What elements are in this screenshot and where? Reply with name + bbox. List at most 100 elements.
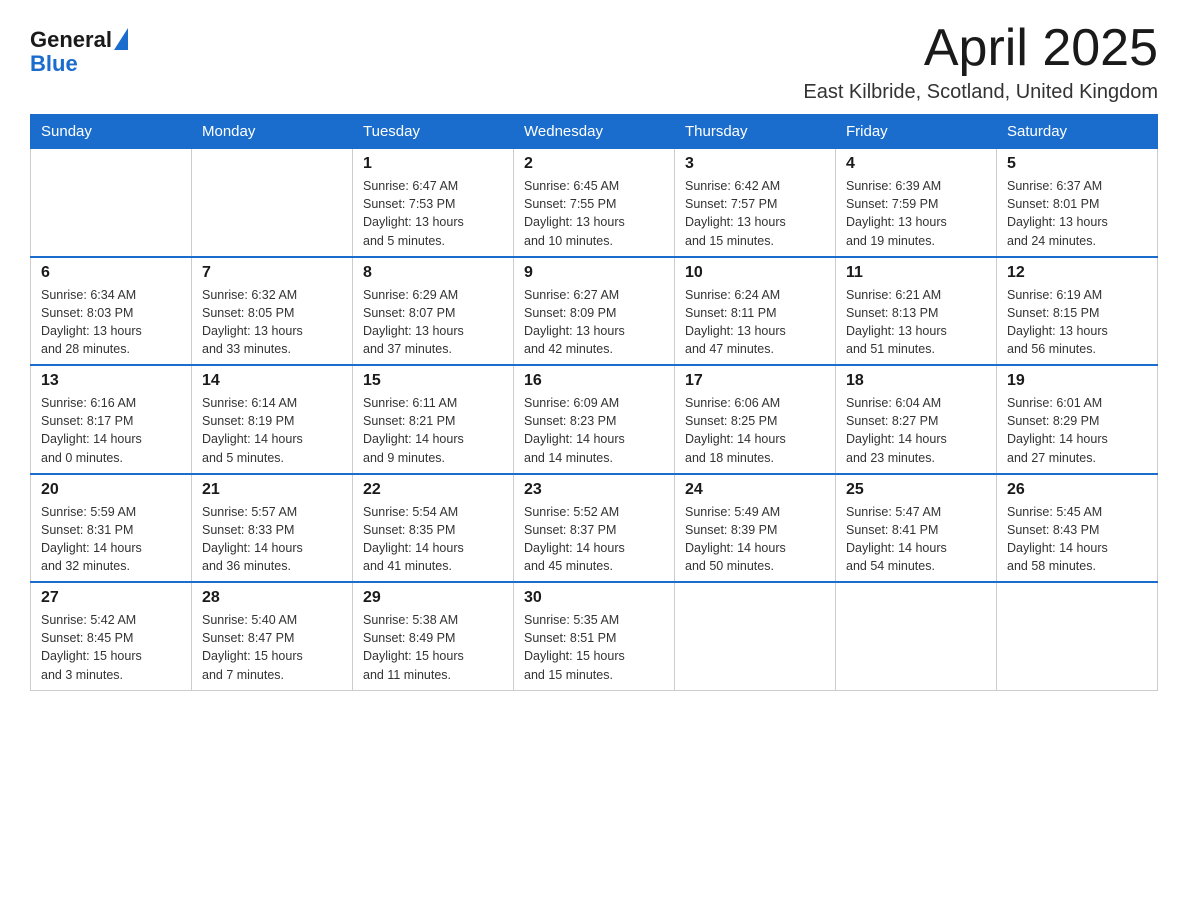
calendar-cell: 21Sunrise: 5:57 AM Sunset: 8:33 PM Dayli… bbox=[192, 474, 353, 583]
day-info: Sunrise: 6:32 AM Sunset: 8:05 PM Dayligh… bbox=[202, 286, 342, 359]
month-title: April 2025 bbox=[803, 20, 1158, 77]
day-info: Sunrise: 6:11 AM Sunset: 8:21 PM Dayligh… bbox=[363, 394, 503, 467]
calendar-cell: 14 Sunrise: 6:14 AM Sunset: 8:19 PM Dayli… bbox=[192, 365, 353, 474]
day-number: 16 bbox=[524, 372, 664, 390]
logo-general-text: General bbox=[30, 28, 112, 52]
day-number: 22 bbox=[363, 481, 503, 499]
day-number: 12 bbox=[1007, 264, 1147, 282]
weekday-header-wednesday: Wednesday bbox=[514, 115, 675, 149]
calendar-cell: 8 Sunrise: 6:29 AM Sunset: 8:07 PM Daylig… bbox=[353, 257, 514, 366]
day-number: 30 bbox=[524, 589, 664, 607]
day-info: Sunrise: 6:27 AM Sunset: 8:09 PM Dayligh… bbox=[524, 286, 664, 359]
day-info: Sunrise: 6:06 AM Sunset: 8:25 PM Dayligh… bbox=[685, 394, 825, 467]
calendar-cell: 11 Sunrise: 6:21 AM Sunset: 8:13 PM Dayli… bbox=[836, 257, 997, 366]
day-number: 3 bbox=[685, 155, 825, 173]
day-info: Sunrise: 5:47 AM Sunset: 8:41 PM Dayligh… bbox=[846, 503, 986, 576]
weekday-header-thursday: Thursday bbox=[675, 115, 836, 149]
day-info: Sunrise: 6:42 AM Sunset: 7:57 PM Dayligh… bbox=[685, 177, 825, 250]
weekday-header-sunday: Sunday bbox=[31, 115, 192, 149]
day-number: 4 bbox=[846, 155, 986, 173]
day-number: 7 bbox=[202, 264, 342, 282]
calendar-cell: 13 Sunrise: 6:16 AM Sunset: 8:17 PM Dayli… bbox=[31, 365, 192, 474]
day-info: Sunrise: 6:37 AM Sunset: 8:01 PM Dayligh… bbox=[1007, 177, 1147, 250]
day-number: 20 bbox=[41, 481, 181, 499]
day-info: Sunrise: 6:21 AM Sunset: 8:13 PM Dayligh… bbox=[846, 286, 986, 359]
day-info: Sunrise: 6:14 AM Sunset: 8:19 PM Dayligh… bbox=[202, 394, 342, 467]
day-info: Sunrise: 6:16 AM Sunset: 8:17 PM Dayligh… bbox=[41, 394, 181, 467]
day-number: 5 bbox=[1007, 155, 1147, 173]
calendar-cell: 3 Sunrise: 6:42 AM Sunset: 7:57 PM Daylig… bbox=[675, 149, 836, 257]
calendar-week-row: 27 Sunrise: 5:42 AM Sunset: 8:45 PM Dayli… bbox=[31, 582, 1158, 690]
calendar-cell: 27 Sunrise: 5:42 AM Sunset: 8:45 PM Dayli… bbox=[31, 582, 192, 690]
day-info: Sunrise: 6:39 AM Sunset: 7:59 PM Dayligh… bbox=[846, 177, 986, 250]
day-info: Sunrise: 6:24 AM Sunset: 8:11 PM Dayligh… bbox=[685, 286, 825, 359]
day-number: 6 bbox=[41, 264, 181, 282]
calendar-cell: 18Sunrise: 6:04 AM Sunset: 8:27 PM Dayli… bbox=[836, 365, 997, 474]
calendar-cell bbox=[31, 149, 192, 257]
calendar-cell: 22Sunrise: 5:54 AM Sunset: 8:35 PM Dayli… bbox=[353, 474, 514, 583]
calendar-cell bbox=[192, 149, 353, 257]
calendar-cell: 20 Sunrise: 5:59 AM Sunset: 8:31 PM Dayli… bbox=[31, 474, 192, 583]
weekday-header-monday: Monday bbox=[192, 115, 353, 149]
day-number: 2 bbox=[524, 155, 664, 173]
day-info: Sunrise: 6:45 AM Sunset: 7:55 PM Dayligh… bbox=[524, 177, 664, 250]
day-number: 27 bbox=[41, 589, 181, 607]
day-info: Sunrise: 5:45 AM Sunset: 8:43 PM Dayligh… bbox=[1007, 503, 1147, 576]
calendar-week-row: 13 Sunrise: 6:16 AM Sunset: 8:17 PM Dayli… bbox=[31, 365, 1158, 474]
calendar-cell: 12 Sunrise: 6:19 AM Sunset: 8:15 PM Dayli… bbox=[997, 257, 1158, 366]
day-number: 17 bbox=[685, 372, 825, 390]
day-number: 13 bbox=[41, 372, 181, 390]
day-info: Sunrise: 6:47 AM Sunset: 7:53 PM Dayligh… bbox=[363, 177, 503, 250]
day-info: Sunrise: 5:40 AM Sunset: 8:47 PM Dayligh… bbox=[202, 611, 342, 684]
day-number: 23 bbox=[524, 481, 664, 499]
day-number: 21 bbox=[202, 481, 342, 499]
day-number: 8 bbox=[363, 264, 503, 282]
calendar-cell: 9 Sunrise: 6:27 AM Sunset: 8:09 PM Daylig… bbox=[514, 257, 675, 366]
day-info: Sunrise: 5:49 AM Sunset: 8:39 PM Dayligh… bbox=[685, 503, 825, 576]
weekday-header-friday: Friday bbox=[836, 115, 997, 149]
day-number: 14 bbox=[202, 372, 342, 390]
day-number: 26 bbox=[1007, 481, 1147, 499]
day-info: Sunrise: 5:42 AM Sunset: 8:45 PM Dayligh… bbox=[41, 611, 181, 684]
calendar-cell bbox=[836, 582, 997, 690]
day-number: 11 bbox=[846, 264, 986, 282]
calendar-cell: 23 Sunrise: 5:52 AM Sunset: 8:37 PM Dayli… bbox=[514, 474, 675, 583]
day-info: Sunrise: 6:09 AM Sunset: 8:23 PM Dayligh… bbox=[524, 394, 664, 467]
calendar-cell: 17 Sunrise: 6:06 AM Sunset: 8:25 PM Dayli… bbox=[675, 365, 836, 474]
day-info: Sunrise: 6:34 AM Sunset: 8:03 PM Dayligh… bbox=[41, 286, 181, 359]
day-number: 9 bbox=[524, 264, 664, 282]
calendar-cell: 5 Sunrise: 6:37 AM Sunset: 8:01 PM Daylig… bbox=[997, 149, 1158, 257]
page-header: General Blue April 2025 East Kilbride, S… bbox=[30, 20, 1158, 104]
calendar-cell: 16 Sunrise: 6:09 AM Sunset: 8:23 PM Dayli… bbox=[514, 365, 675, 474]
weekday-header-tuesday: Tuesday bbox=[353, 115, 514, 149]
day-info: Sunrise: 5:38 AM Sunset: 8:49 PM Dayligh… bbox=[363, 611, 503, 684]
day-info: Sunrise: 6:29 AM Sunset: 8:07 PM Dayligh… bbox=[363, 286, 503, 359]
logo: General Blue bbox=[30, 20, 128, 76]
day-info: Sunrise: 5:59 AM Sunset: 8:31 PM Dayligh… bbox=[41, 503, 181, 576]
calendar-cell: 25 Sunrise: 5:47 AM Sunset: 8:41 PM Dayli… bbox=[836, 474, 997, 583]
logo-triangle-icon bbox=[114, 28, 128, 50]
day-number: 15 bbox=[363, 372, 503, 390]
day-info: Sunrise: 6:01 AM Sunset: 8:29 PM Dayligh… bbox=[1007, 394, 1147, 467]
calendar-cell: 24Sunrise: 5:49 AM Sunset: 8:39 PM Dayli… bbox=[675, 474, 836, 583]
calendar-cell: 2 Sunrise: 6:45 AM Sunset: 7:55 PM Daylig… bbox=[514, 149, 675, 257]
weekday-header-row: SundayMondayTuesdayWednesdayThursdayFrid… bbox=[31, 115, 1158, 149]
calendar-cell: 30Sunrise: 5:35 AM Sunset: 8:51 PM Dayli… bbox=[514, 582, 675, 690]
day-info: Sunrise: 6:19 AM Sunset: 8:15 PM Dayligh… bbox=[1007, 286, 1147, 359]
day-number: 25 bbox=[846, 481, 986, 499]
calendar-cell: 10 Sunrise: 6:24 AM Sunset: 8:11 PM Dayli… bbox=[675, 257, 836, 366]
day-number: 29 bbox=[363, 589, 503, 607]
calendar-cell: 26 Sunrise: 5:45 AM Sunset: 8:43 PM Dayli… bbox=[997, 474, 1158, 583]
calendar-cell: 29 Sunrise: 5:38 AM Sunset: 8:49 PM Dayli… bbox=[353, 582, 514, 690]
calendar-table: SundayMondayTuesdayWednesdayThursdayFrid… bbox=[30, 114, 1158, 691]
calendar-cell: 4 Sunrise: 6:39 AM Sunset: 7:59 PM Daylig… bbox=[836, 149, 997, 257]
calendar-cell bbox=[675, 582, 836, 690]
calendar-cell: 19Sunrise: 6:01 AM Sunset: 8:29 PM Dayli… bbox=[997, 365, 1158, 474]
location-subtitle: East Kilbride, Scotland, United Kingdom bbox=[803, 81, 1158, 104]
calendar-cell: 1Sunrise: 6:47 AM Sunset: 7:53 PM Daylig… bbox=[353, 149, 514, 257]
calendar-week-row: 20 Sunrise: 5:59 AM Sunset: 8:31 PM Dayli… bbox=[31, 474, 1158, 583]
day-info: Sunrise: 6:04 AM Sunset: 8:27 PM Dayligh… bbox=[846, 394, 986, 467]
day-number: 10 bbox=[685, 264, 825, 282]
day-info: Sunrise: 5:52 AM Sunset: 8:37 PM Dayligh… bbox=[524, 503, 664, 576]
calendar-cell: 6 Sunrise: 6:34 AM Sunset: 8:03 PM Daylig… bbox=[31, 257, 192, 366]
